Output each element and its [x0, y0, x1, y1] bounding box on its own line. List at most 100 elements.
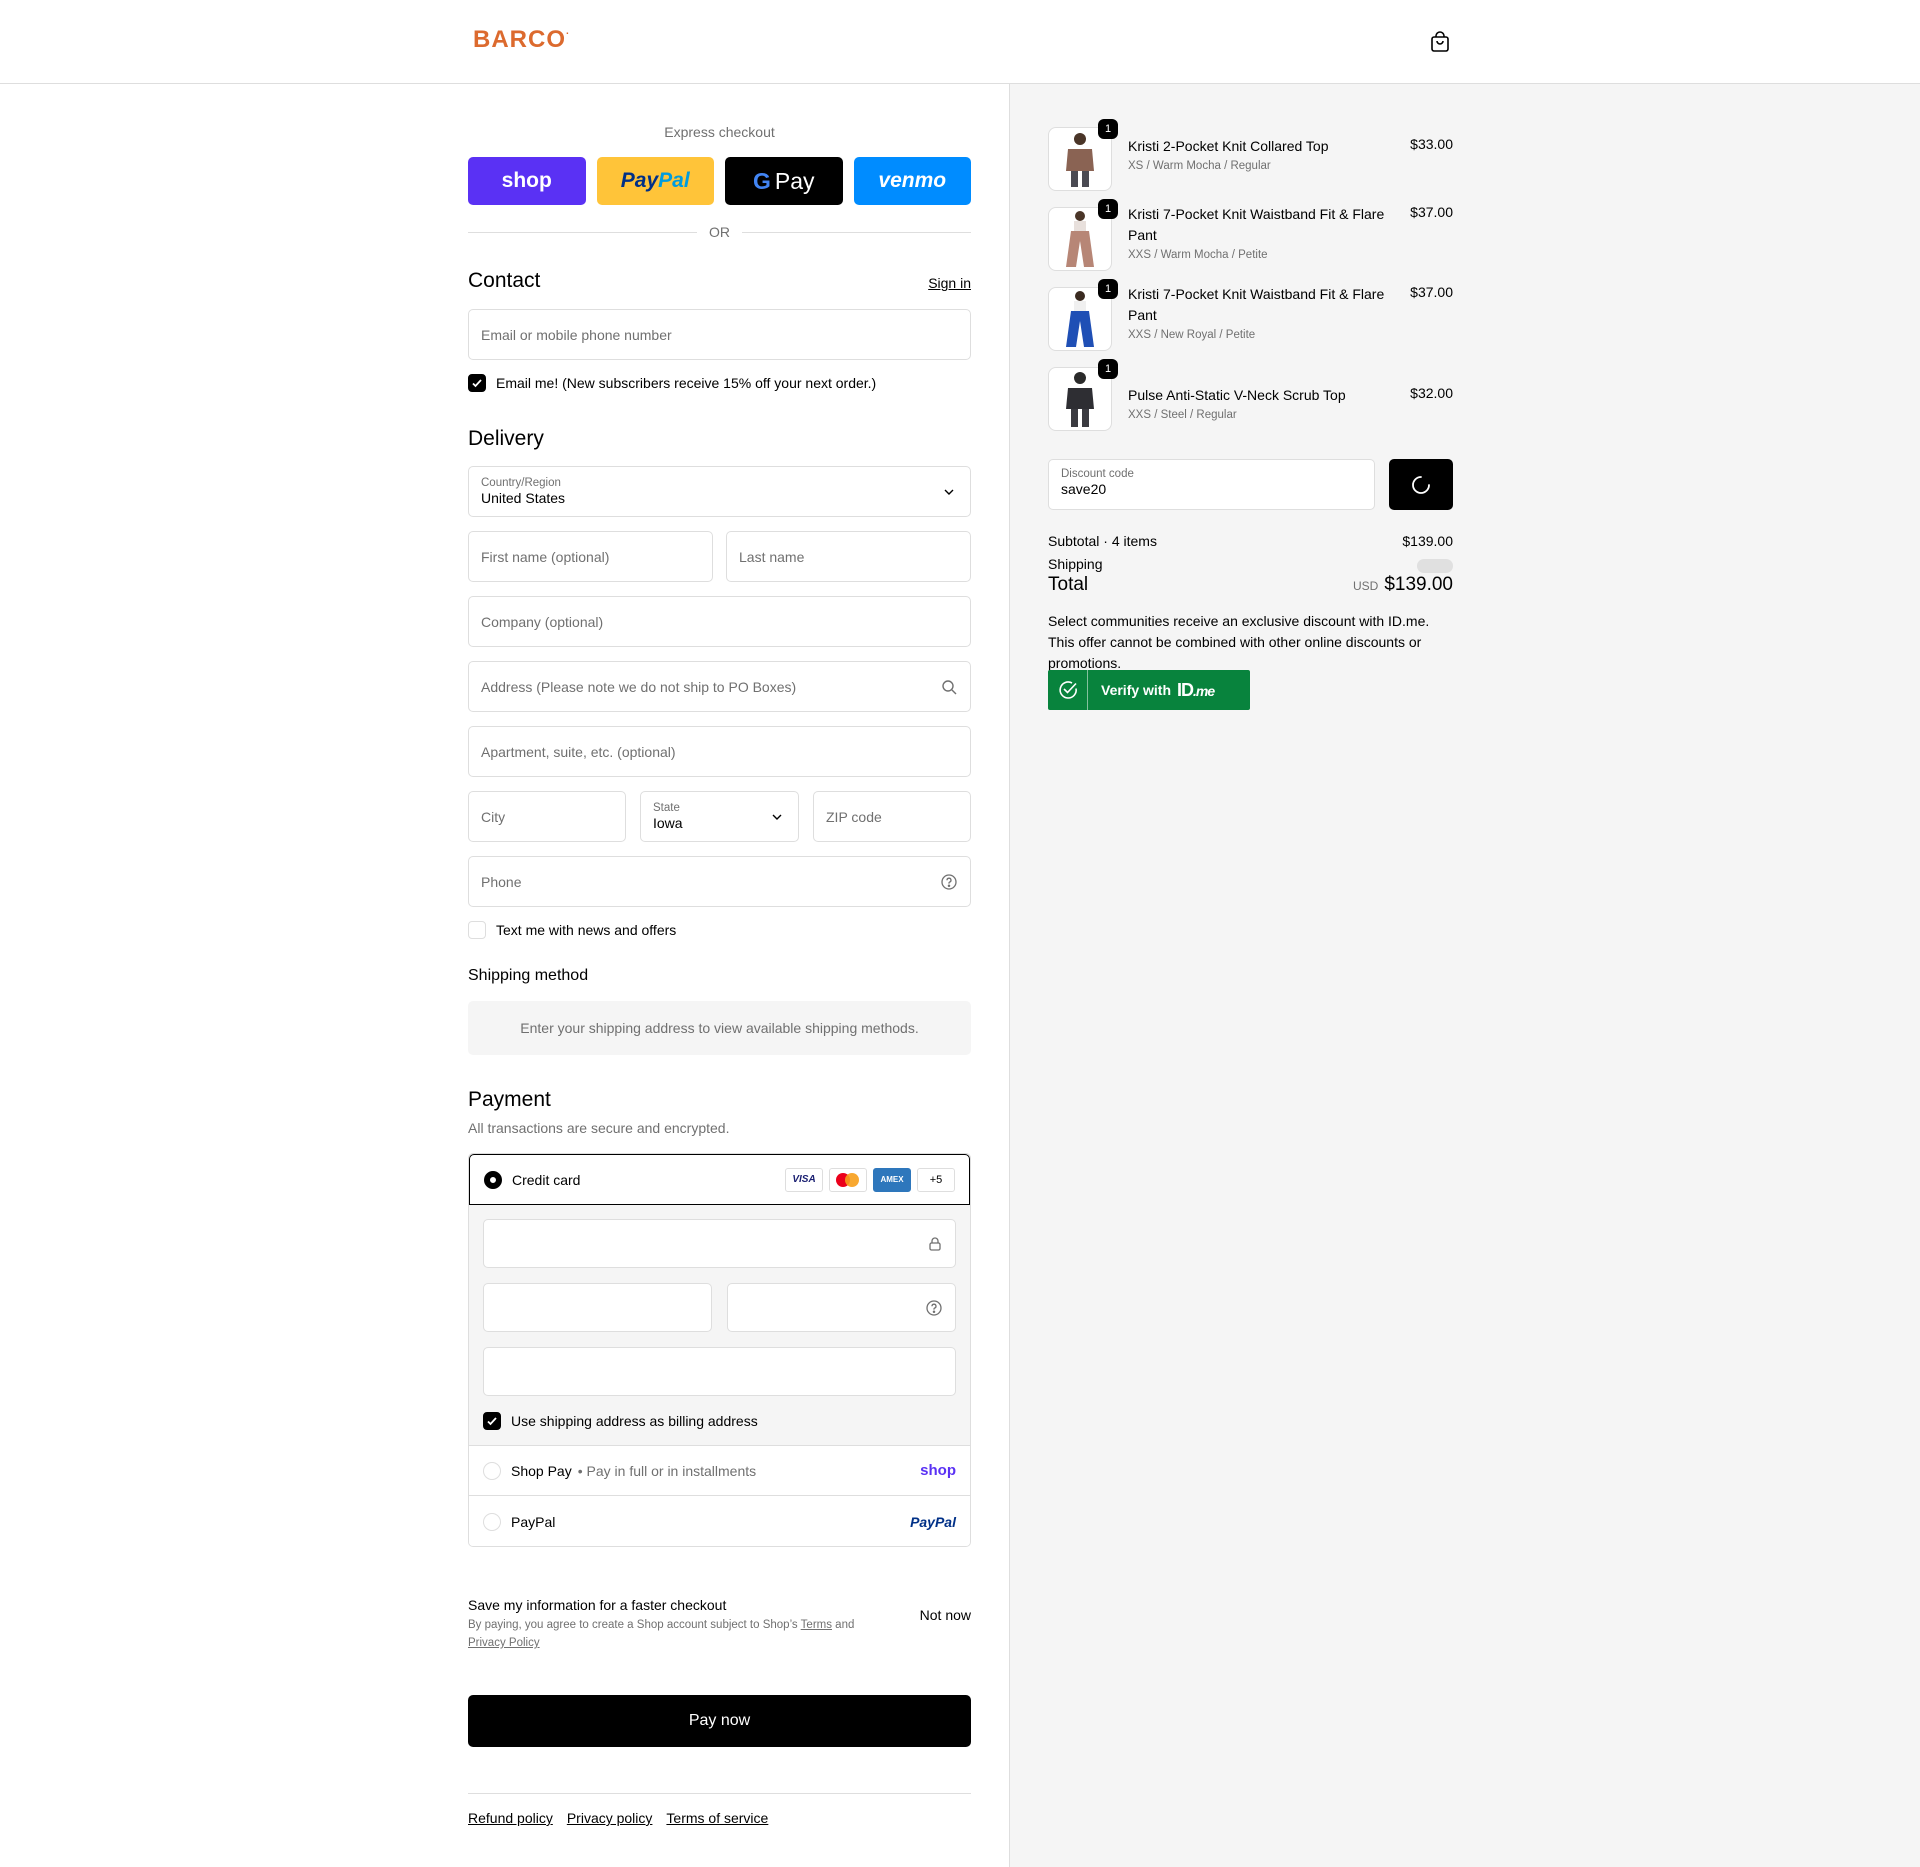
company-input[interactable]: [481, 613, 958, 630]
country-value: United States: [481, 490, 566, 506]
apartment-field[interactable]: [468, 726, 971, 777]
subtotal-value: $139.00: [1402, 533, 1453, 549]
lock-icon: [929, 1236, 941, 1251]
billing-same-checkbox-row[interactable]: Use shipping address as billing address: [483, 1412, 758, 1430]
verify-with-idme-button[interactable]: Verify with ID.me: [1048, 670, 1250, 710]
paypal-express-button[interactable]: Pay Pal: [596, 157, 714, 205]
visa-icon: VISA: [785, 1167, 823, 1192]
terms-of-service-link[interactable]: Terms of service: [666, 1810, 768, 1826]
billing-same-label: Use shipping address as billing address: [511, 1413, 758, 1429]
privacy-policy-link[interactable]: Privacy policy: [567, 1810, 653, 1826]
amex-icon: AMEX: [873, 1167, 911, 1192]
billing-same-checkbox[interactable]: [483, 1412, 501, 1430]
quantity-badge: 1: [1098, 199, 1118, 219]
email-me-checkbox[interactable]: [468, 374, 486, 392]
first-name-field[interactable]: [468, 531, 713, 582]
payment-heading: Payment: [468, 1088, 551, 1111]
country-select[interactable]: Country/Region United States: [468, 466, 971, 517]
last-name-input[interactable]: [739, 548, 958, 565]
item-name: Kristi 2-Pocket Knit Collared Top: [1128, 138, 1329, 154]
email-field[interactable]: [468, 309, 971, 360]
item-price: $33.00: [1410, 136, 1453, 152]
shop-terms-link[interactable]: Terms: [801, 1619, 832, 1631]
payment-methods: Credit card VISA AMEX +5 Use shipping ad…: [468, 1153, 971, 1547]
address-field[interactable]: [468, 661, 971, 712]
total-value: $139.00: [1384, 574, 1453, 595]
email-me-checkbox-row[interactable]: Email me! (New subscribers receive 15% o…: [468, 374, 876, 392]
google-pay-express-button[interactable]: G Pay: [725, 157, 843, 205]
city-input[interactable]: [481, 808, 613, 825]
item-variant: XXS / Steel / Regular: [1128, 409, 1237, 421]
logo[interactable]: BARCO.: [473, 26, 570, 54]
help-circle-icon[interactable]: [940, 873, 958, 891]
credit-card-radio[interactable]: [484, 1170, 502, 1189]
shop-privacy-link[interactable]: Privacy Policy: [468, 1637, 540, 1649]
spinner-icon: [1412, 475, 1430, 494]
email-input[interactable]: [481, 326, 958, 343]
paypal-option[interactable]: PayPal PayPal: [469, 1497, 970, 1546]
apartment-input[interactable]: [481, 743, 958, 760]
item-name: Kristi 7-Pocket Knit Waistband Fit & Fla…: [1128, 206, 1385, 243]
country-label: Country/Region: [481, 477, 561, 489]
discount-code-field[interactable]: Discount code save20: [1048, 459, 1375, 510]
credit-card-form: Use shipping address as billing address: [469, 1205, 970, 1446]
state-label: State: [653, 802, 680, 814]
card-logos: VISA AMEX +5: [785, 1167, 955, 1192]
header: BARCO.: [0, 0, 1920, 84]
shipping-method-heading: Shipping method: [468, 967, 589, 984]
item-variant: XS / Warm Mocha / Regular: [1128, 160, 1271, 172]
discount-code-value[interactable]: save20: [1061, 481, 1362, 497]
shop-pay-option[interactable]: Shop Pay • Pay in full or in installment…: [469, 1446, 970, 1496]
footer-divider: [468, 1793, 971, 1794]
zip-field[interactable]: [813, 791, 971, 842]
security-code-field[interactable]: [727, 1283, 956, 1332]
subtotal-label: Subtotal · 4 items: [1048, 533, 1157, 549]
shop-pay-logo: shop: [920, 1462, 956, 1479]
refund-policy-link[interactable]: Refund policy: [468, 1810, 553, 1826]
item-price: $32.00: [1410, 385, 1453, 401]
company-field[interactable]: [468, 596, 971, 647]
shop-pay-radio[interactable]: [483, 1461, 501, 1480]
quantity-badge: 1: [1098, 279, 1118, 299]
chevron-down-icon: [944, 489, 954, 495]
email-me-label: Email me! (New subscribers receive 15% o…: [496, 375, 877, 391]
expiration-date-field[interactable]: [483, 1283, 712, 1332]
pay-now-button[interactable]: Pay now: [468, 1695, 971, 1747]
phone-input[interactable]: [481, 873, 940, 890]
text-me-checkbox-row[interactable]: Text me with news and offers: [468, 921, 676, 939]
order-summary-panel: [1009, 84, 1920, 1867]
zip-input[interactable]: [826, 808, 958, 825]
state-value: Iowa: [653, 815, 683, 831]
shop-pay-sub: • Pay in full or in installments: [577, 1462, 757, 1479]
card-number-field[interactable]: [483, 1219, 956, 1268]
venmo-express-button[interactable]: venmo: [853, 157, 971, 205]
name-on-card-field[interactable]: [483, 1347, 956, 1396]
item-price: $37.00: [1410, 284, 1453, 300]
paypal-radio[interactable]: [483, 1513, 501, 1531]
item-price: $37.00: [1410, 204, 1453, 220]
first-name-input[interactable]: [481, 548, 700, 565]
shipping-method-message: Enter your shipping address to view avai…: [468, 1001, 971, 1055]
shopping-bag-icon[interactable]: [1428, 30, 1452, 54]
express-checkout-buttons: shop Pay Pal G Pay venmo: [468, 157, 971, 205]
address-input[interactable]: [481, 678, 940, 695]
city-field[interactable]: [468, 791, 626, 842]
contact-heading: Contact: [468, 269, 541, 292]
save-info-disclaimer: By paying, you agree to create a Shop ac…: [468, 1619, 855, 1649]
text-me-checkbox[interactable]: [468, 921, 486, 939]
more-cards-badge: +5: [917, 1167, 955, 1192]
checkmark-icon: [472, 379, 482, 388]
sign-in-link[interactable]: Sign in: [928, 275, 971, 291]
not-now-button[interactable]: Not now: [920, 1607, 971, 1623]
shop-pay-label: Shop Pay: [511, 1462, 572, 1479]
credit-card-label: Credit card: [512, 1171, 581, 1188]
checkmark-icon: [487, 1417, 497, 1426]
phone-field[interactable]: [468, 856, 971, 907]
state-select[interactable]: State Iowa: [640, 791, 799, 842]
shop-pay-express-button[interactable]: shop: [468, 157, 586, 205]
idme-description: Select communities receive an exclusive …: [1048, 613, 1430, 671]
credit-card-option[interactable]: Credit card VISA AMEX +5: [469, 1154, 970, 1205]
last-name-field[interactable]: [726, 531, 971, 582]
apply-discount-button[interactable]: [1389, 459, 1453, 510]
help-circle-icon[interactable]: [925, 1299, 943, 1317]
